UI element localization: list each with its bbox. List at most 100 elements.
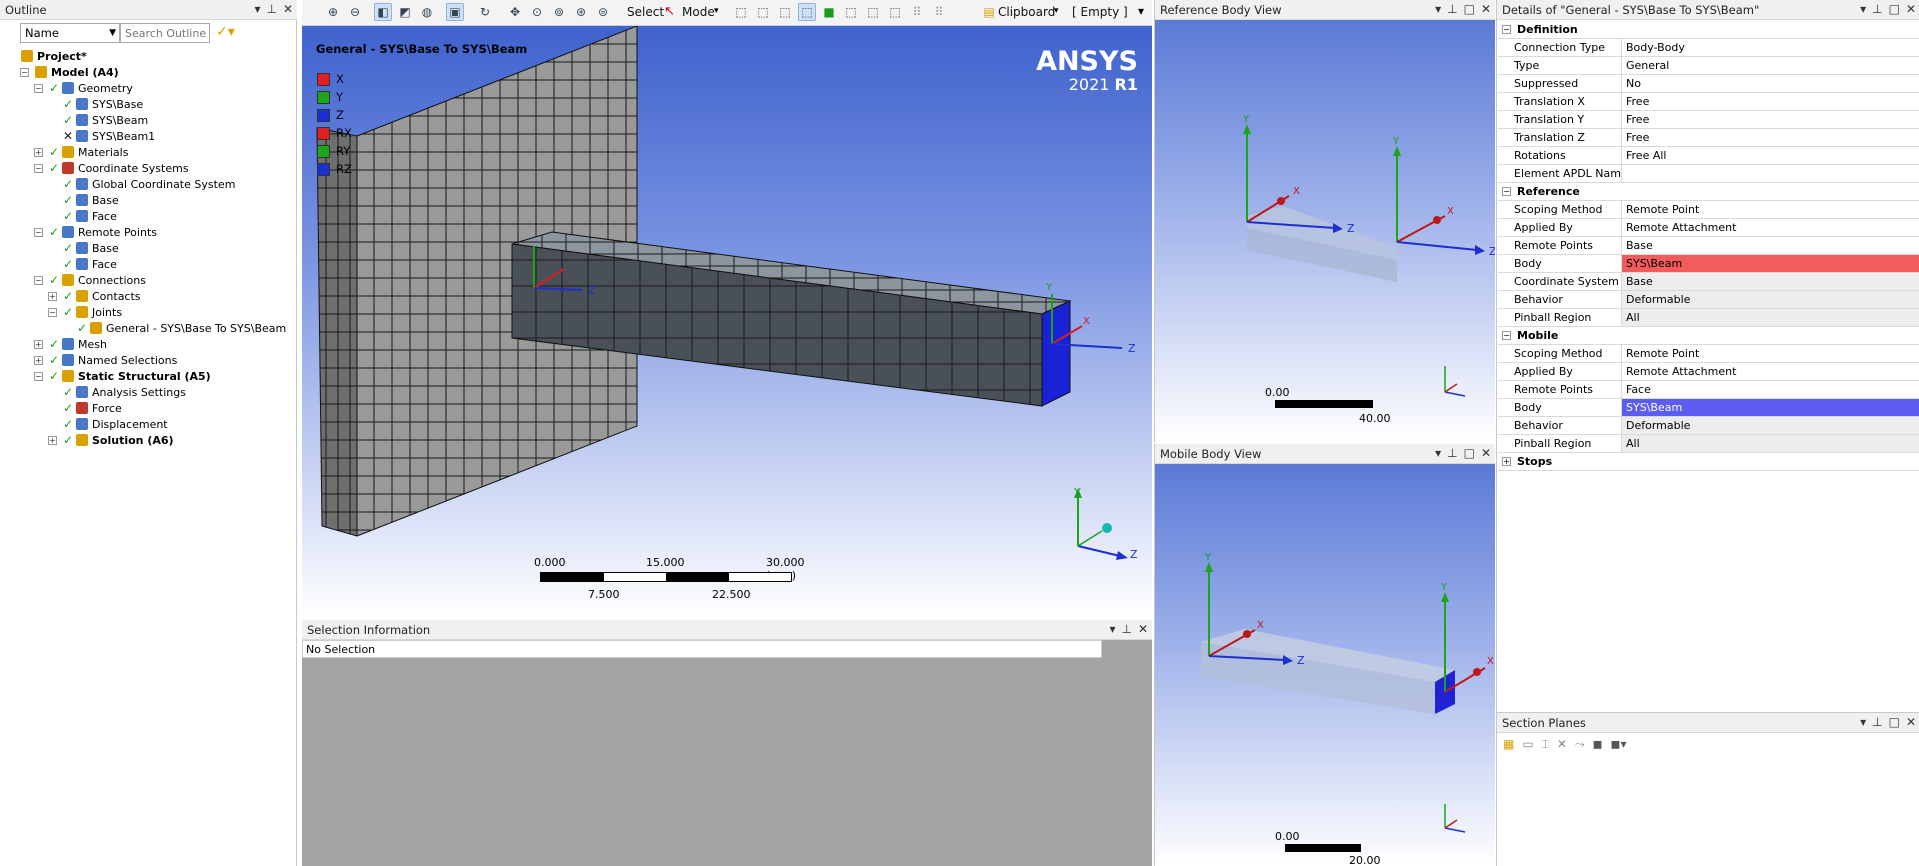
details-value[interactable]: Remote Attachment [1622, 219, 1919, 236]
pin-icon[interactable]: ⊥ [1447, 446, 1457, 460]
outline-item[interactable]: ✓ Base [48, 240, 119, 256]
reference-body-viewport[interactable]: Z X Y Z X Y 0.00 40.00 [1155, 20, 1495, 442]
zoom-all-icon[interactable]: ⊜ [594, 3, 612, 21]
expand-toggle-icon[interactable]: − [1502, 25, 1511, 34]
box-icon[interactable]: ◩ [396, 3, 414, 21]
details-value[interactable]: All [1622, 435, 1919, 452]
expand-toggle-icon[interactable]: + [34, 147, 43, 157]
select-body-icon[interactable]: ⬚ [798, 3, 816, 21]
clipboard-button[interactable]: Clipboard [998, 5, 1055, 19]
details-row[interactable]: Connection Type Body-Body [1498, 39, 1919, 57]
select-node-icon[interactable]: ■ [820, 3, 838, 21]
select-face-icon[interactable]: ⬚ [776, 3, 794, 21]
details-row[interactable]: Suppressed No [1498, 75, 1919, 93]
details-value[interactable]: Remote Attachment [1622, 363, 1919, 380]
delete-section-plane-icon[interactable]: ✕ [1557, 737, 1567, 752]
details-row[interactable]: Translation Y Free [1498, 111, 1919, 129]
details-value[interactable]: Remote Point [1622, 201, 1919, 218]
details-row[interactable]: Pinball Region All [1498, 435, 1919, 453]
details-row[interactable]: Body SYS\Beam [1498, 255, 1919, 273]
show-whole-elements-icon[interactable]: ⤳ [1575, 737, 1585, 752]
expand-toggle-icon[interactable]: + [48, 435, 57, 445]
dropdown-icon[interactable]: ▾ [254, 2, 260, 16]
toolbar-overflow-icon[interactable]: ▾ [1138, 4, 1144, 18]
outline-item[interactable]: ✓ SYS\Base [48, 96, 143, 112]
select-mode-button[interactable]: Mode [682, 5, 715, 19]
outline-item[interactable]: + ✓ Mesh [34, 336, 107, 352]
outline-item[interactable]: ✓ Face [48, 208, 117, 224]
outline-item[interactable]: ✓ General - SYS\Base To SYS\Beam [62, 320, 287, 336]
outline-item[interactable]: − ✓ Remote Points [34, 224, 157, 240]
pin-icon[interactable]: ⊥ [266, 2, 276, 16]
select-element-icon[interactable]: ⬚ [864, 3, 882, 21]
dropdown-icon[interactable]: ▾ [1109, 622, 1115, 636]
details-value[interactable]: Free All [1622, 147, 1919, 164]
close-icon[interactable]: ✕ [1906, 715, 1916, 729]
pin-icon[interactable]: ⊥ [1121, 622, 1131, 636]
dropdown-icon[interactable]: ▾ [1860, 2, 1866, 16]
details-value[interactable]: Deformable [1622, 291, 1919, 308]
main-graphics-viewport[interactable]: Z Z X Y General - SYS\Base To SYS\Beam A… [302, 26, 1152, 618]
details-value[interactable] [1622, 165, 1919, 182]
details-value[interactable]: Body-Body [1622, 39, 1919, 56]
details-row[interactable]: Remote Points Base [1498, 237, 1919, 255]
details-value[interactable]: All [1622, 309, 1919, 326]
select-vertex-icon[interactable]: ⬚ [732, 3, 750, 21]
mobile-body-viewport[interactable]: Z X Y X Y 0.00 20.00 [1155, 464, 1495, 866]
outline-item[interactable]: ✓ Displacement [48, 416, 168, 432]
expand-toggle-icon[interactable]: − [34, 371, 43, 381]
expand-toggle-icon[interactable]: − [34, 83, 43, 93]
details-row[interactable]: Type General [1498, 57, 1919, 75]
maximize-icon[interactable]: □ [1889, 715, 1900, 729]
outline-item[interactable]: + ✓ Contacts [48, 288, 141, 304]
details-row[interactable]: Translation Z Free [1498, 129, 1919, 147]
outline-item[interactable]: ✕ SYS\Beam1 [48, 128, 155, 144]
zoom-out-icon[interactable]: ⊖ [346, 3, 364, 21]
new-section-plane-icon[interactable]: ▦ [1503, 737, 1514, 752]
clipboard-icon[interactable]: ▤ [980, 3, 998, 21]
rotate-icon[interactable]: ↻ [476, 3, 494, 21]
extend-limits-icon[interactable]: ⠿ [930, 3, 948, 21]
outline-item[interactable]: ✓ Analysis Settings [48, 384, 186, 400]
maximize-icon[interactable]: □ [1464, 446, 1475, 460]
details-section-header[interactable]: − Definition [1498, 21, 1919, 39]
expand-toggle-icon[interactable]: − [20, 67, 29, 77]
pin-icon[interactable]: ⊥ [1872, 715, 1882, 729]
pin-icon[interactable]: ⊥ [1447, 2, 1457, 16]
edit-section-plane-icon[interactable]: ▭ [1522, 737, 1533, 752]
dropdown-icon[interactable]: ▾ [1860, 715, 1866, 729]
zoom-fit-icon[interactable]: ⊛ [572, 3, 590, 21]
details-row[interactable]: Rotations Free All [1498, 147, 1919, 165]
render-icon[interactable]: ◍ [418, 3, 436, 21]
details-value[interactable]: Deformable [1622, 417, 1919, 434]
show-plane-icon[interactable]: ⌶ [1542, 737, 1549, 752]
details-row[interactable]: Coordinate System Base [1498, 273, 1919, 291]
details-section-header[interactable]: − Reference [1498, 183, 1919, 201]
expand-toggle-icon[interactable]: − [34, 275, 43, 285]
close-icon[interactable]: ✕ [1481, 2, 1491, 16]
details-value[interactable]: General [1622, 57, 1919, 74]
close-icon[interactable]: ✕ [283, 2, 293, 16]
select-edge-icon[interactable]: ⬚ [754, 3, 772, 21]
capping-options-icon[interactable]: ◼▾ [1611, 737, 1627, 752]
extend-icon[interactable]: ⠿ [908, 3, 926, 21]
outline-item[interactable]: + ✓ Materials [34, 144, 128, 160]
outline-item[interactable]: ✓ Force [48, 400, 122, 416]
maximize-icon[interactable]: □ [1889, 2, 1900, 16]
pan-icon[interactable]: ✥ [506, 3, 524, 21]
details-value[interactable]: Free [1622, 93, 1919, 110]
expand-toggle-icon[interactable]: + [34, 339, 43, 349]
close-icon[interactable]: ✕ [1481, 446, 1491, 460]
zoom-in-icon[interactable]: ⊕ [324, 3, 342, 21]
details-value[interactable]: Remote Point [1622, 345, 1919, 362]
details-row[interactable]: Behavior Deformable [1498, 417, 1919, 435]
details-value[interactable]: Face [1622, 381, 1919, 398]
details-row[interactable]: Applied By Remote Attachment [1498, 363, 1919, 381]
select-button[interactable]: Select [627, 5, 664, 19]
details-row[interactable]: Body SYS\Beam [1498, 399, 1919, 417]
zoom-box-icon[interactable]: ⊚ [550, 3, 568, 21]
outline-item[interactable]: ✓ Global Coordinate System [48, 176, 235, 192]
details-row[interactable]: Translation X Free [1498, 93, 1919, 111]
details-value[interactable]: Base [1622, 237, 1919, 254]
expand-toggle-icon[interactable]: + [34, 355, 43, 365]
